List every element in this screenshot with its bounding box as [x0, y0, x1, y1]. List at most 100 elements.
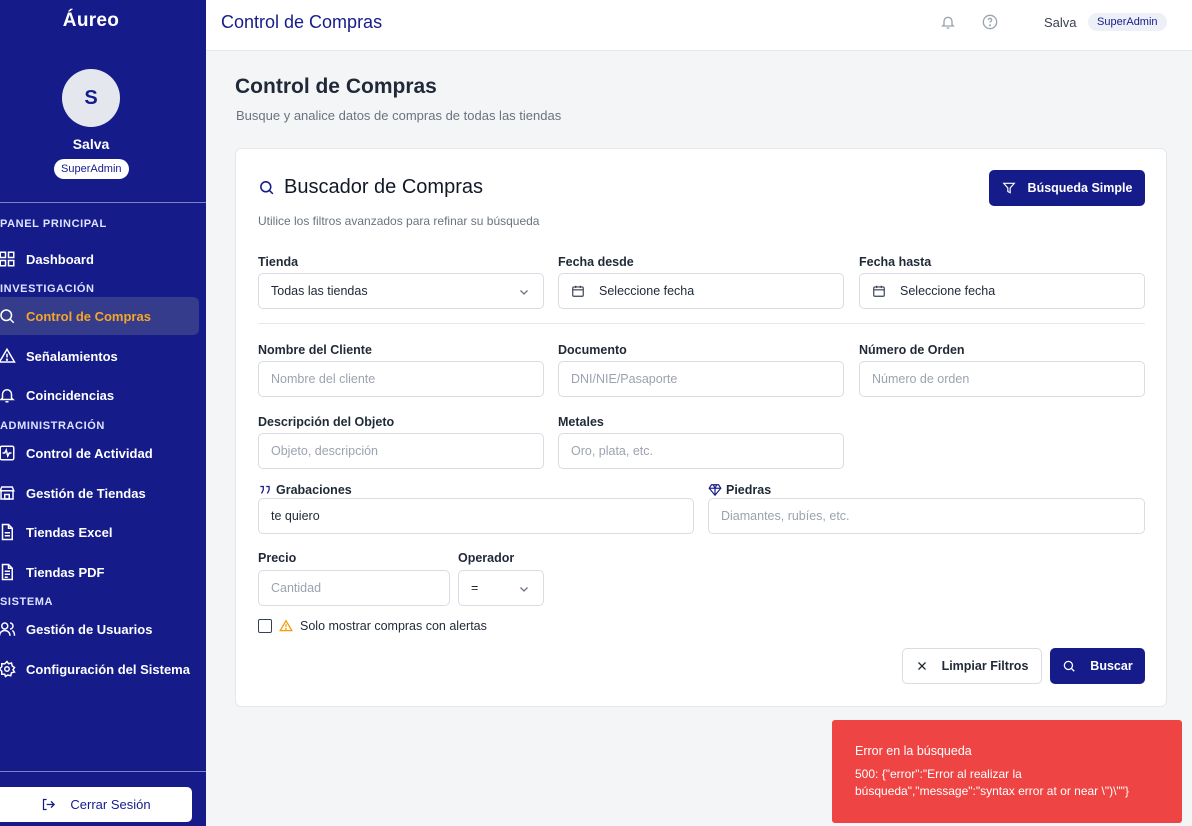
error-toast[interactable]: Error en la búsqueda 500: {"error":"Erro… — [832, 720, 1182, 823]
descripcion-input[interactable]: Objeto, descripción — [258, 433, 544, 469]
precio-input[interactable]: Cantidad — [258, 570, 450, 606]
gear-icon — [0, 660, 16, 678]
fecha-hasta-value: Seleccione fecha — [900, 284, 996, 298]
tienda-label: Tienda — [258, 255, 299, 269]
numero-orden-label: Número de Orden — [859, 343, 965, 357]
clear-filters-button[interactable]: Limpiar Filtros — [902, 648, 1042, 684]
sidebar-item-label: Gestión de Usuarios — [26, 621, 153, 637]
sidebar-item-dashboard[interactable]: Dashboard — [0, 240, 199, 278]
toast-title: Error en la búsqueda — [855, 744, 972, 758]
topbar-user-name[interactable]: Salva — [1044, 15, 1077, 30]
logout-label: Cerrar Sesión — [70, 797, 151, 812]
section-title-investigacion: INVESTIGACIÓN — [0, 283, 95, 295]
sidebar-item-control-compras[interactable]: Control de Compras — [0, 297, 199, 335]
notifications-bell-icon[interactable] — [940, 14, 956, 30]
grabaciones-label: Grabaciones — [258, 483, 352, 497]
operador-select[interactable]: = — [458, 570, 544, 606]
fecha-hasta-picker[interactable]: Seleccione fecha — [859, 273, 1145, 309]
tienda-select[interactable]: Todas las tiendas — [258, 273, 544, 309]
descripcion-label: Descripción del Objeto — [258, 415, 395, 429]
sidebar-item-label: Señalamientos — [26, 348, 118, 364]
numero-orden-input[interactable]: Número de orden — [859, 361, 1145, 397]
section-title-panel: PANEL PRINCIPAL — [0, 218, 107, 230]
card-title: Buscador de Compras — [258, 176, 483, 199]
topbar: Control de Compras Salva SuperAdmin — [206, 0, 1192, 51]
operador-label: Operador — [458, 551, 515, 565]
form-divider — [258, 323, 1145, 324]
bell-icon — [0, 386, 16, 404]
sidebar-divider — [0, 202, 206, 203]
file-text-icon — [0, 563, 16, 581]
user-name: Salva — [72, 136, 110, 152]
search-icon — [1063, 660, 1076, 672]
sidebar-item-label: Control de Actividad — [26, 445, 153, 461]
sidebar-item-tiendas-pdf[interactable]: Tiendas PDF — [0, 553, 199, 591]
nombre-cliente-label: Nombre del Cliente — [258, 343, 372, 357]
filter-icon — [1002, 182, 1016, 194]
alerts-checkbox[interactable] — [258, 619, 272, 633]
clear-filters-label: Limpiar Filtros — [941, 659, 1029, 673]
help-icon[interactable] — [982, 14, 998, 30]
search-icon — [0, 307, 16, 325]
sidebar-bottom-divider — [0, 771, 206, 772]
logout-button[interactable]: Cerrar Sesión — [0, 787, 192, 822]
operador-value: = — [471, 581, 479, 595]
chevron-down-icon — [520, 587, 528, 592]
simple-search-label: Búsqueda Simple — [1027, 181, 1133, 195]
warning-icon — [279, 619, 293, 632]
grabaciones-input[interactable]: te quiero — [258, 498, 694, 534]
store-icon — [0, 484, 16, 502]
simple-search-button[interactable]: Búsqueda Simple — [989, 170, 1145, 206]
sidebar-item-tiendas-excel[interactable]: Tiendas Excel — [0, 513, 199, 551]
fecha-desde-picker[interactable]: Seleccione fecha — [558, 273, 844, 309]
piedras-label-text: Piedras — [726, 483, 772, 497]
sidebar-item-label: Gestión de Tiendas — [26, 485, 146, 501]
nombre-cliente-input[interactable]: Nombre del cliente — [258, 361, 544, 397]
sidebar-item-configuracion[interactable]: Configuración del Sistema — [0, 650, 199, 688]
precio-label: Precio — [258, 551, 297, 565]
sidebar-item-label: Tiendas PDF — [26, 564, 105, 580]
sidebar-item-label: Dashboard — [26, 251, 94, 267]
card-title-text: Buscador de Compras — [284, 176, 483, 198]
close-icon — [917, 662, 926, 670]
sidebar-item-label: Coincidencias — [26, 387, 115, 403]
alert-triangle-icon — [0, 347, 16, 365]
documento-input[interactable]: DNI/NIE/Pasaporte — [558, 361, 844, 397]
grabaciones-label-text: Grabaciones — [276, 483, 352, 497]
page-title: Control de Compras — [235, 75, 437, 98]
piedras-label: Piedras — [708, 483, 771, 497]
calendar-icon — [572, 285, 584, 297]
diamond-icon — [708, 484, 722, 497]
sidebar: Áureo S Salva SuperAdmin PANEL PRINCIPAL… — [0, 0, 206, 826]
fecha-desde-value: Seleccione fecha — [599, 284, 695, 298]
quote-icon — [260, 485, 270, 494]
page-subtitle: Busque y analice datos de compras de tod… — [236, 108, 562, 123]
fecha-desde-label: Fecha desde — [558, 255, 634, 269]
alerts-checkbox-label: Solo mostrar compras con alertas — [300, 619, 487, 633]
piedras-input[interactable]: Diamantes, rubíes, etc. — [708, 498, 1145, 534]
search-button-label: Buscar — [1090, 659, 1133, 673]
user-role-badge: SuperAdmin — [54, 159, 129, 179]
sidebar-item-label: Configuración del Sistema — [26, 661, 190, 677]
toast-message: 500: {"error":"Error al realizar la búsq… — [855, 767, 1129, 798]
brand-logo: Áureo — [62, 10, 120, 31]
activity-icon — [0, 444, 16, 462]
fecha-hasta-label: Fecha hasta — [859, 255, 932, 269]
users-icon — [0, 620, 16, 638]
chevron-down-icon — [520, 290, 528, 295]
tienda-value: Todas las tiendas — [271, 284, 368, 298]
metales-input[interactable]: Oro, plata, etc. — [558, 433, 844, 469]
section-title-administracion: ADMINISTRACIÓN — [0, 420, 105, 432]
sidebar-item-gestion-tiendas[interactable]: Gestión de Tiendas — [0, 474, 199, 512]
card-subtitle: Utilice los filtros avanzados para refin… — [258, 214, 540, 228]
search-button[interactable]: Buscar — [1050, 648, 1145, 684]
logout-icon — [43, 798, 56, 811]
calendar-icon — [873, 285, 885, 297]
sidebar-item-gestion-usuarios[interactable]: Gestión de Usuarios — [0, 610, 199, 648]
sidebar-item-coincidencias[interactable]: Coincidencias — [0, 376, 199, 414]
topbar-role-badge: SuperAdmin — [1088, 13, 1167, 31]
file-icon — [0, 523, 16, 541]
sidebar-item-control-actividad[interactable]: Control de Actividad — [0, 434, 199, 472]
topbar-title: Control de Compras — [221, 12, 383, 32]
sidebar-item-senalamientos[interactable]: Señalamientos — [0, 337, 199, 375]
